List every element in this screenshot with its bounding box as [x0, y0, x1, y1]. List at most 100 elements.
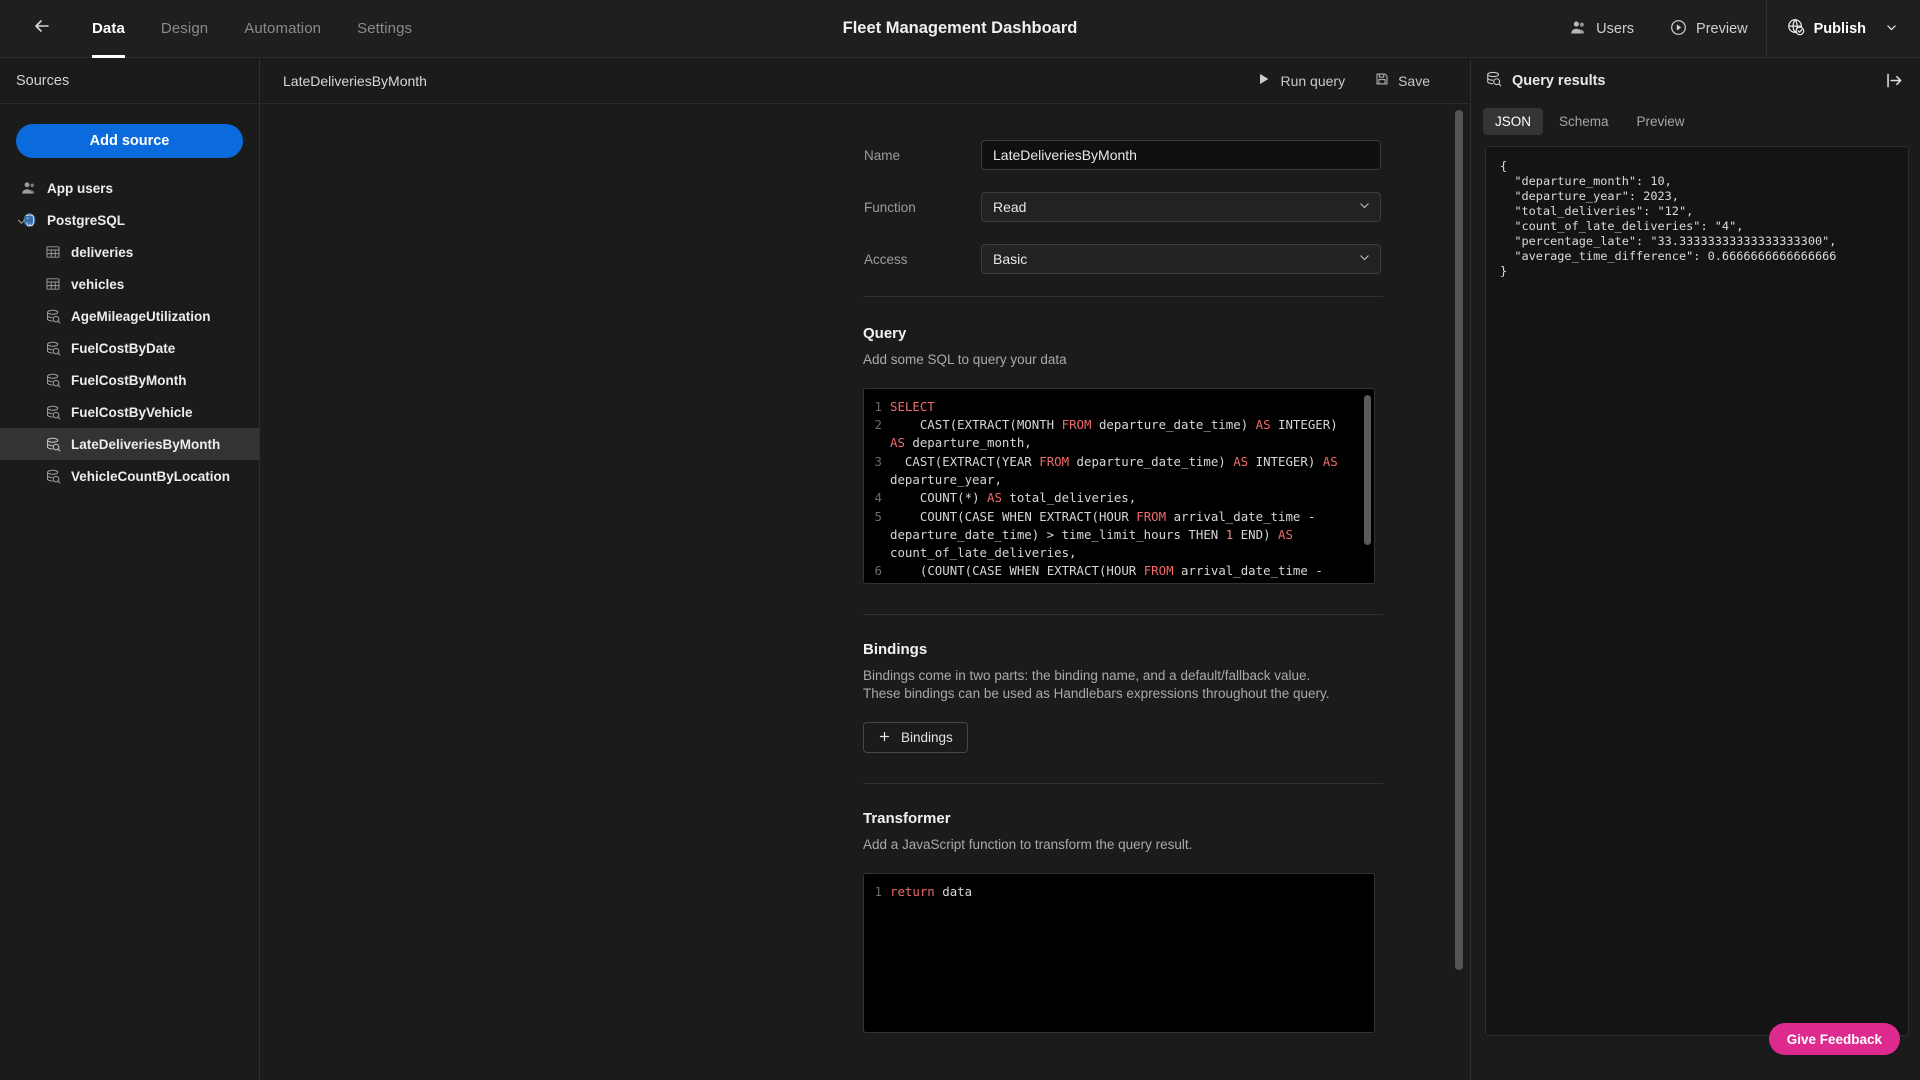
publish-button[interactable]: Publish: [1767, 0, 1920, 58]
query-icon: [44, 371, 62, 389]
tab-schema[interactable]: Schema: [1547, 108, 1621, 135]
sidebar-item-agemileageutilization[interactable]: AgeMileageUtilization: [0, 300, 259, 332]
line-number: 4: [874, 490, 882, 506]
publish-label: Publish: [1813, 21, 1866, 37]
run-query-label: Run query: [1280, 72, 1346, 89]
top-bar: Data Design Automation Settings Fleet Ma…: [0, 0, 1920, 58]
users-icon: [1570, 19, 1587, 40]
nav-tab-settings[interactable]: Settings: [339, 0, 430, 58]
give-feedback-button[interactable]: Give Feedback: [1768, 1023, 1900, 1055]
add-bindings-button[interactable]: Bindings: [863, 722, 968, 754]
name-label: Name: [864, 147, 901, 163]
code-text: SELECT: [890, 398, 935, 414]
preview-button[interactable]: Preview: [1652, 0, 1766, 58]
arrow-left-icon: [32, 16, 52, 41]
preview-label: Preview: [1696, 21, 1748, 37]
query-results-tabs: JSON Schema Preview: [1471, 104, 1920, 135]
query-section-title: Query: [863, 325, 907, 342]
plus-icon: [878, 730, 891, 746]
code-line: 1 return data: [864, 883, 1374, 901]
sql-editor-lines: 1 SELECT 2 CAST(EXTRACT(MONTH FROM departu…: [864, 389, 1374, 583]
chevron-down-icon: [1885, 21, 1898, 38]
sidebar-item-label: deliveries: [71, 244, 134, 260]
users-label: Users: [1596, 21, 1635, 37]
query-results-panel: Query results JSON Schema Preview { "dep…: [1470, 58, 1920, 1080]
main-scrollbar[interactable]: [1455, 110, 1463, 970]
nav-tab-design[interactable]: Design: [143, 0, 226, 58]
users-button[interactable]: Users: [1552, 0, 1652, 58]
main-content: LateDeliveriesByMonth Run query Save Nam…: [261, 58, 1469, 1080]
transformer-section-subtitle: Add a JavaScript function to transform t…: [863, 837, 1193, 853]
query-icon: [44, 467, 62, 485]
query-icon: [1485, 70, 1503, 93]
sidebar-item-label: FuelCostByDate: [71, 340, 176, 356]
nav-tab-data[interactable]: Data: [74, 0, 143, 58]
save-button[interactable]: Save: [1364, 67, 1441, 94]
main-header-actions: Run query Save: [1246, 67, 1441, 94]
nav-tab-automation[interactable]: Automation: [226, 0, 339, 58]
sources-sidebar: Sources Add source App users PostgreSQL …: [0, 58, 260, 1080]
play-icon: [1257, 72, 1271, 89]
access-select[interactable]: Basic: [981, 244, 1381, 274]
sidebar-item-label: PostgreSQL: [47, 212, 126, 228]
code-line: 4 COUNT(*) AS total_deliveries,: [864, 489, 1374, 507]
query-results-title: Query results: [1512, 73, 1606, 89]
add-source-button[interactable]: Add source: [16, 124, 243, 158]
code-line: 1 SELECT: [864, 398, 1374, 416]
sidebar-item-vehicles[interactable]: vehicles: [0, 268, 259, 300]
query-results-header: Query results: [1471, 58, 1920, 104]
query-section: Query Add some SQL to query your data 1S…: [261, 297, 1469, 584]
bindings-section: Bindings Bindings come in two parts: the…: [261, 615, 1469, 754]
sidebar-item-fuelcostbydate[interactable]: FuelCostByDate: [0, 332, 259, 364]
save-icon: [1375, 72, 1389, 89]
top-bar-actions: Users Preview Publish: [1552, 0, 1920, 58]
transformer-editor[interactable]: 1 return data: [863, 873, 1375, 1034]
sql-editor-scrollbar[interactable]: [1364, 394, 1371, 545]
tab-json[interactable]: JSON: [1483, 108, 1544, 135]
chevron-down-icon: [1358, 199, 1371, 215]
main-scroll-area: Name LateDeliveriesByMonth Function Read…: [261, 104, 1469, 1080]
function-label: Function: [864, 199, 916, 215]
breadcrumb: LateDeliveriesByMonth: [283, 72, 427, 89]
bindings-section-subtitle: Bindings come in two parts: the binding …: [863, 667, 1330, 701]
code-line: 5 COUNT(CASE WHEN EXTRACT(HOUR FROM arri…: [864, 508, 1374, 563]
query-icon: [44, 307, 62, 325]
line-number: 6: [874, 563, 882, 579]
sidebar-item-label: App users: [47, 180, 114, 196]
table-icon: [44, 275, 62, 293]
code-line: 3 CAST(EXTRACT(YEAR FROM departure_date_…: [864, 453, 1374, 490]
collapse-right-icon[interactable]: [1885, 71, 1904, 95]
function-row: Function Read: [863, 192, 1469, 222]
code-line: 6 (COUNT(CASE WHEN EXTRACT(HOUR FROM arr…: [864, 562, 1374, 582]
function-select[interactable]: Read: [981, 192, 1381, 222]
query-settings-form: Name LateDeliveriesByMonth Function Read…: [261, 104, 1469, 274]
sidebar-item-deliveries[interactable]: deliveries: [0, 236, 259, 268]
code-text: CAST(EXTRACT(YEAR FROM departure_date_ti…: [890, 453, 1338, 487]
sidebar-item-fuelcostbyvehicle[interactable]: FuelCostByVehicle: [0, 396, 259, 428]
transformer-section-title: Transformer: [863, 810, 951, 828]
code-text: COUNT(*) AS total_deliveries,: [919, 490, 1137, 506]
sidebar-item-app-users[interactable]: App users: [0, 172, 259, 204]
sql-editor[interactable]: 1 SELECT 2 CAST(EXTRACT(MONTH FROM departu…: [863, 387, 1375, 584]
chevron-down-icon[interactable]: [16, 215, 27, 230]
back-button[interactable]: [20, 0, 64, 58]
transformer-section: Transformer Add a JavaScript function to…: [261, 784, 1469, 1034]
line-number: 5: [874, 508, 882, 524]
sidebar-item-postgresql[interactable]: PostgreSQL: [0, 204, 259, 236]
sidebar-item-latedeliveriesbymonth[interactable]: LateDeliveriesByMonth: [0, 428, 259, 460]
chevron-down-icon: [1358, 251, 1371, 267]
sidebar-item-label: LateDeliveriesByMonth: [71, 436, 221, 452]
table-icon: [44, 243, 62, 261]
query-icon: [44, 403, 62, 421]
name-input[interactable]: LateDeliveriesByMonth: [981, 140, 1381, 170]
sidebar-item-fuelcostbymonth[interactable]: FuelCostByMonth: [0, 364, 259, 396]
sidebar-item-label: FuelCostByVehicle: [71, 404, 193, 420]
tab-preview[interactable]: Preview: [1625, 108, 1697, 135]
run-query-button[interactable]: Run query: [1246, 67, 1356, 94]
query-section-subtitle: Add some SQL to query your data: [863, 352, 1067, 367]
function-value: Read: [993, 199, 1027, 215]
access-label: Access: [864, 251, 908, 267]
sidebar-header: Sources: [0, 58, 259, 104]
sidebar-item-vehiclecountbylocation[interactable]: VehicleCountByLocation: [0, 460, 259, 492]
code-text: COUNT(CASE WHEN EXTRACT(HOUR FROM arriva…: [890, 508, 1323, 561]
